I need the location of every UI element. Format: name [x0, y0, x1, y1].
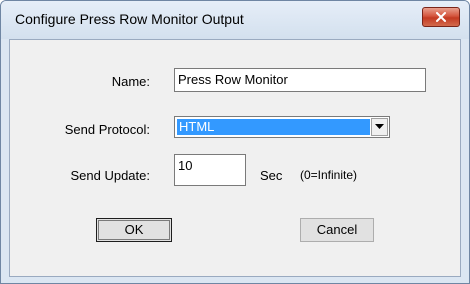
send-protocol-select[interactable]: HTML — [174, 116, 390, 138]
send-update-input[interactable]: 10 — [174, 154, 246, 186]
close-button[interactable] — [422, 7, 460, 27]
dialog-title: Configure Press Row Monitor Output — [15, 11, 244, 27]
dialog-body: Name: Press Row Monitor Send Protocol: H… — [9, 39, 461, 277]
send-protocol-label: Send Protocol: — [64, 122, 150, 137]
dropdown-arrow-button[interactable] — [371, 118, 388, 136]
name-input[interactable]: Press Row Monitor — [174, 68, 426, 92]
cancel-button[interactable]: Cancel — [300, 218, 374, 242]
ok-button[interactable]: OK — [96, 218, 172, 242]
send-update-label: Send Update: — [70, 168, 150, 183]
close-icon — [436, 12, 446, 22]
send-protocol-value: HTML — [177, 119, 370, 135]
chevron-down-icon — [375, 124, 384, 129]
send-update-unit: Sec — [260, 168, 283, 183]
name-label: Name: — [111, 74, 150, 89]
title-bar[interactable]: Configure Press Row Monitor Output — [1, 1, 469, 39]
dialog-window: Configure Press Row Monitor Output Name:… — [0, 0, 470, 284]
send-update-hint: (0=Infinite) — [300, 168, 358, 182]
